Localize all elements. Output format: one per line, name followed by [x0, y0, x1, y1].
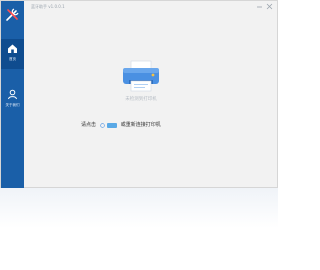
- instruction-suffix: 或重新连接打印机: [120, 122, 161, 128]
- window-title: 蓝牙助手 v1.0.0.1: [31, 4, 65, 9]
- sidebar-item-label: 关于我们: [5, 103, 20, 107]
- title-bar: 蓝牙助手 v1.0.0.1: [24, 1, 277, 13]
- no-printer-status: 未检测到打印机: [125, 97, 157, 102]
- instruction-prefix: 请点击: [81, 122, 97, 128]
- minimize-icon[interactable]: [256, 3, 263, 10]
- printer-icon: [123, 60, 159, 92]
- home-icon: [8, 44, 17, 53]
- sidebar-item-about[interactable]: 关于我们: [1, 85, 24, 115]
- close-icon[interactable]: [266, 3, 273, 10]
- refresh-icon[interactable]: [99, 122, 105, 128]
- window-reflection: [0, 188, 278, 228]
- tools-icon: [6, 8, 19, 21]
- refresh-button[interactable]: [107, 122, 118, 128]
- instruction-line: 请点击 或重新连接打印机: [81, 121, 201, 129]
- user-icon: [8, 89, 17, 100]
- sidebar-item-home[interactable]: 首页: [1, 39, 24, 69]
- sidebar: 首页 关于我们: [1, 1, 24, 188]
- sidebar-item-label: 首页: [9, 57, 16, 61]
- app-window: 首页 关于我们 蓝牙助手 v1.0.0.1 未检测到打印机 请点击 或重新连接打…: [0, 0, 278, 188]
